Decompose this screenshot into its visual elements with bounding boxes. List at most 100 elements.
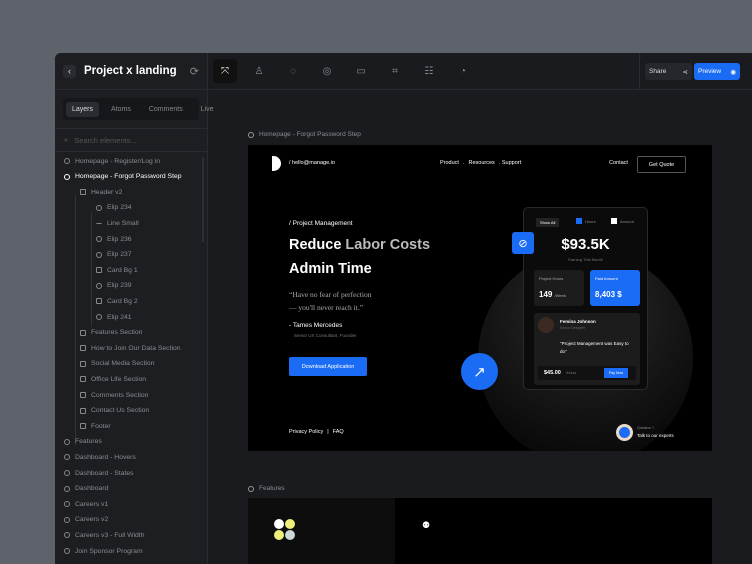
layer-item[interactable]: Card Bg 1 [96,264,138,276]
layer-label: Join Sponsor Program [75,547,143,555]
layer-item[interactable]: Homepage - Forgot Password Step [64,171,182,183]
crop-icon[interactable]: ⌗ [383,59,407,83]
line-icon [96,222,102,224]
pie-chart-icon[interactable]: ◔ [451,59,475,83]
email-link[interactable]: / hello@manage.io [289,160,335,166]
author-role: Senior UX Consultant, Founder [294,333,357,338]
get-quote-button[interactable]: Get Quote [637,156,686,173]
sidebar-tabs: Layers Atoms Comments Live [63,98,214,120]
dashboard-card: Show All Hours Amount $93.5K Earning Thi… [523,207,648,390]
circle-icon [96,251,102,258]
frame-label-features[interactable]: Features [248,485,285,492]
review-card: Femina Johnson Senior Designer "Project … [534,313,640,385]
headline-line-2: Admin Time [289,261,372,277]
features-frame[interactable]: ⚉ [248,498,712,564]
layer-item[interactable]: Dashboard - States [64,467,134,479]
circle-icon [64,548,70,554]
layer-item[interactable]: How to Join Our Data Section [80,342,181,354]
toolbar: ⤧ ♙ ◌ ◎ ▭ ⌗ ☷ ◔ Share ⋖ Preview ◉ [209,53,752,90]
nav-product[interactable]: Product [440,160,459,166]
nav-support[interactable]: . Support [499,160,521,166]
group-icon [80,189,86,196]
layer-item[interactable]: Careers v1 [64,498,108,510]
circle-icon [96,282,102,289]
layer-label: Homepage - Forgot Password Step [75,173,182,181]
bug-icon[interactable]: ☷ [417,59,441,83]
layer-item[interactable]: Elip 234 [96,202,132,214]
tab-atoms[interactable]: Atoms [105,102,137,117]
sync-icon[interactable]: ⟳ [190,65,199,78]
layer-label: Elip 239 [107,282,132,290]
layer-label: Homepage - Register/Log in [75,157,161,165]
privacy-link[interactable]: Privacy Policy [289,429,323,435]
app-window: ‹ Project x landing ⟳ Layers Atoms Comme… [55,53,752,564]
homepage-frame[interactable]: / hello@manage.io Product. Resources. Sup… [248,145,712,451]
tab-layers[interactable]: Layers [66,101,100,117]
layer-item[interactable]: Features [64,436,102,448]
layer-label: Dashboard - Hovers [75,453,136,461]
layer-label: Features Section [91,329,143,337]
frame-label[interactable]: Homepage - Forgot Password Step [248,131,361,138]
group-icon [80,392,86,398]
square-icon [96,267,102,274]
layer-item[interactable]: Social Media Section [80,358,154,370]
tab-comments[interactable]: Comments [143,102,189,117]
group-icon [80,345,86,352]
group-icon [80,360,86,367]
circle-icon [64,470,70,476]
share-button[interactable]: Share ⋖ [645,63,692,80]
circle-icon [64,485,70,492]
scrollbar[interactable] [202,157,204,242]
layer-item[interactable]: Careers v3 - Full Width [64,529,145,541]
circle-icon [96,236,102,242]
layer-item[interactable]: Header v2 [80,186,122,198]
footer-links: Privacy Policy | FAQ [289,429,344,435]
show-all-button[interactable]: Show All [536,218,560,227]
layer-label: Careers v2 [75,516,109,524]
talk-to-experts-link[interactable]: Talk to our experts [637,433,674,438]
layer-label: Contact Us Section [91,407,150,415]
layer-item[interactable]: Dashboard - Hovers [64,451,136,463]
download-button[interactable]: Download Application [289,357,367,376]
contact-link[interactable]: Contact [609,160,628,166]
tab-live[interactable]: Live [195,102,220,117]
preview-button[interactable]: Preview ◉ [694,63,740,80]
tag-icon: ⊘ [512,232,534,254]
layer-label: Dashboard - States [75,469,134,477]
layer-item[interactable]: Footer [80,420,111,432]
fill-icon[interactable]: ◎ [315,59,339,83]
layer-item[interactable]: Dashboard [64,483,108,495]
layer-item[interactable]: Join Sponsor Program [64,545,143,557]
brush-icon[interactable]: ♙ [247,59,271,83]
layer-label: Card Bg 2 [107,297,138,305]
pin-icon[interactable]: ◌ [281,59,305,83]
circle-icon [64,438,70,445]
eye-icon: ◉ [730,68,736,76]
layer-label: Elip 236 [107,235,132,243]
layer-item[interactable]: Contact Us Section [80,405,149,417]
layer-item[interactable]: Elip 236 [96,233,132,245]
faq-link[interactable]: FAQ [333,429,344,435]
layer-item[interactable]: Elip 239 [96,280,132,292]
layer-item[interactable]: Careers v2 [64,514,108,526]
search-input[interactable]: ⌕ Search elements... [55,128,207,152]
expand-icon[interactable]: ⤧ [213,59,237,83]
layer-item[interactable]: Homepage - Register/Log in [64,155,160,167]
layer-item[interactable]: Features Section [80,327,142,339]
layer-item[interactable]: Comments Section [80,389,148,401]
layer-item[interactable]: Elip 237 [96,249,132,261]
frame-icon[interactable]: ▭ [349,59,373,83]
layer-item[interactable]: Line Small [96,217,139,229]
pay-now-button[interactable]: Pay Now [604,368,628,378]
layer-item[interactable]: Card Bg 2 [96,295,138,307]
back-button[interactable]: ‹ [63,64,76,78]
group-icon [80,376,86,383]
nav-resources[interactable]: Resources [469,160,495,166]
headline: Reduce Labor Costs [289,237,431,253]
layer-item[interactable]: Office Life Section [80,373,146,385]
layer-label: Comments Section [91,391,149,399]
share-icon: ⋖ [682,68,688,76]
project-hours-tile: Project Hours 149 /Week [534,270,584,306]
circle-icon [64,516,70,523]
layer-item[interactable]: Elip 241 [96,311,132,323]
